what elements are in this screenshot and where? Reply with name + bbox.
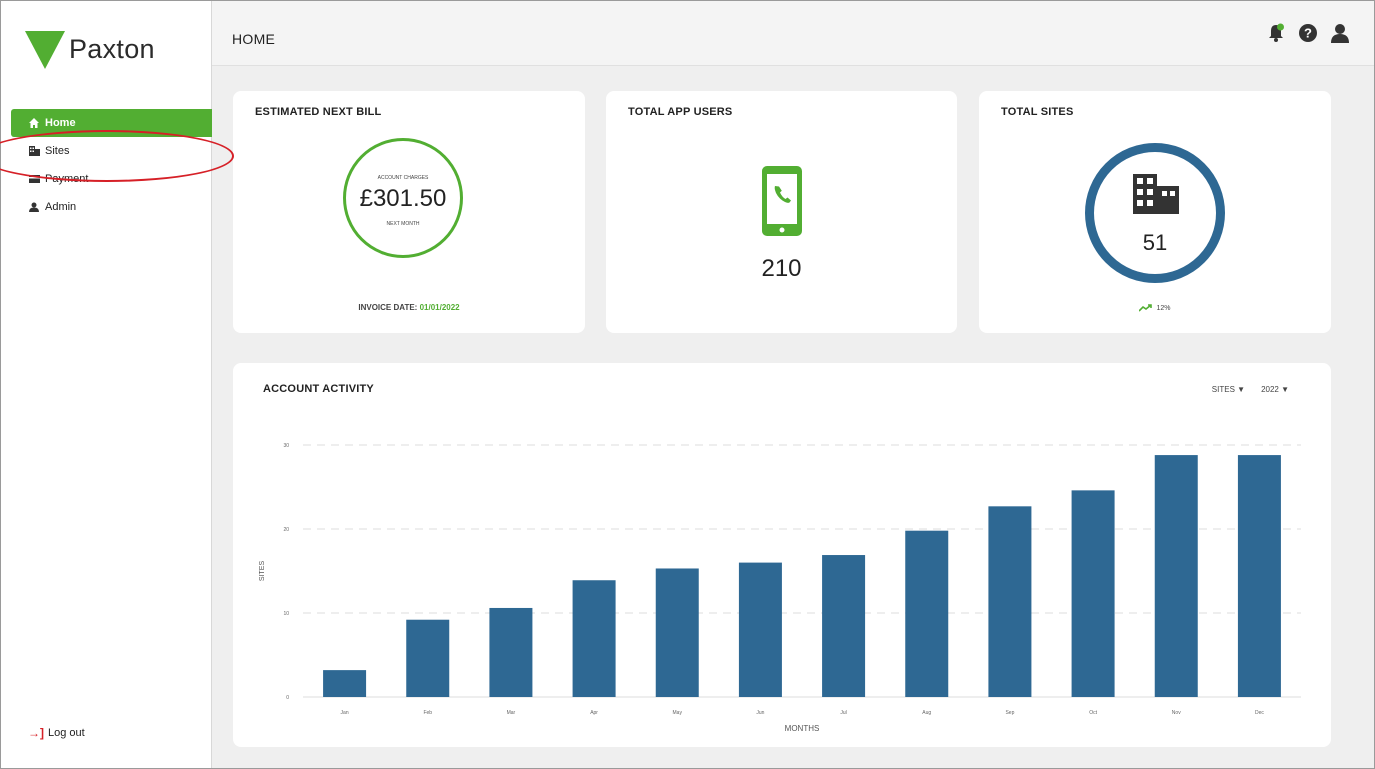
user-icon[interactable] bbox=[1330, 23, 1350, 43]
bar-sep bbox=[988, 506, 1032, 697]
user-icon bbox=[29, 202, 41, 212]
trend-value: 12% bbox=[1156, 304, 1171, 312]
credit-card-icon bbox=[29, 175, 41, 183]
smartphone-icon bbox=[760, 164, 804, 243]
header-icons: ? bbox=[1266, 23, 1350, 43]
y-tick-label: 30 bbox=[283, 443, 289, 449]
bar-may bbox=[655, 568, 699, 697]
building-icon bbox=[29, 146, 41, 156]
sites-ring: 51 bbox=[1085, 143, 1225, 283]
svg-text:?: ? bbox=[1304, 26, 1312, 41]
brand-name: Paxton bbox=[69, 33, 155, 64]
sidebar-item-label: Admin bbox=[45, 201, 77, 213]
activity-bar-chart: 0 10 20 30 Jan Feb Mar Apr May Jun Jul Aug Sep Oct Nov… bbox=[259, 443, 1301, 733]
bar-jun bbox=[738, 562, 782, 697]
bill-circle: ACCOUNT CHARGES £301.50 NEXT MONTH bbox=[343, 138, 463, 258]
total-sites-card: TOTAL SITES 51 12% bbox=[979, 91, 1331, 333]
bar-apr bbox=[572, 580, 616, 697]
invoice-date-label: INVOICE DATE: bbox=[358, 303, 418, 312]
app-users-card: TOTAL APP USERS 210 bbox=[606, 91, 957, 333]
sidebar-item-label: Home bbox=[45, 117, 76, 129]
logout-label: Log out bbox=[48, 727, 85, 739]
x-axis-title: MONTHS bbox=[785, 724, 820, 733]
account-activity-card: ACCOUNT ACTIVITY SITES ▼ 2022 ▼ 0 10 20 30 J… bbox=[233, 363, 1331, 747]
main-content: HOME ? ESTIMATED NEXT BILL ACCOUNT CHARG… bbox=[212, 1, 1374, 768]
next-month-label: NEXT MONTH bbox=[386, 221, 420, 227]
sidebar-item-label: Payment bbox=[45, 173, 89, 185]
sidebar-item-admin[interactable]: Admin bbox=[11, 193, 213, 221]
y-tick-label: 20 bbox=[283, 527, 289, 533]
x-tick-label: Sep bbox=[1005, 710, 1014, 716]
x-tick-label: Apr bbox=[590, 710, 598, 716]
account-charges-label: ACCOUNT CHARGES bbox=[377, 175, 429, 181]
help-icon[interactable]: ? bbox=[1298, 23, 1318, 43]
bar-dec bbox=[1237, 455, 1281, 697]
top-bar: HOME ? bbox=[212, 1, 1374, 66]
sidebar-item-sites[interactable]: Sites bbox=[11, 137, 213, 165]
x-tick-label: Aug bbox=[922, 710, 931, 716]
bill-amount: £301.50 bbox=[359, 185, 447, 212]
home-icon bbox=[29, 118, 41, 128]
page-title: HOME bbox=[232, 31, 276, 47]
trending-up-icon bbox=[1139, 304, 1153, 312]
x-tick-label: Jul bbox=[840, 710, 846, 716]
card-title: ESTIMATED NEXT BILL bbox=[255, 106, 382, 118]
sites-count: 51 bbox=[1142, 230, 1168, 255]
logo-triangle-icon bbox=[25, 31, 65, 69]
x-tick-label: Dec bbox=[1255, 710, 1264, 716]
x-tick-label: Jan bbox=[341, 710, 349, 716]
sidebar: Paxton Home Sites Payment Admin →] Log o… bbox=[1, 1, 213, 768]
bar-jan bbox=[323, 670, 367, 697]
y-tick-label: 0 bbox=[286, 695, 289, 701]
building-icon bbox=[1133, 174, 1179, 219]
app-users-count: 210 bbox=[761, 255, 802, 282]
card-title: TOTAL APP USERS bbox=[628, 106, 733, 118]
sidebar-nav: Home Sites Payment Admin bbox=[11, 109, 213, 221]
x-tick-label: Feb bbox=[423, 710, 432, 716]
card-title: TOTAL SITES bbox=[1001, 106, 1074, 118]
bar-aug bbox=[905, 530, 949, 697]
logout-button[interactable]: →] Log out bbox=[28, 726, 85, 740]
y-tick-label: 10 bbox=[283, 611, 289, 617]
x-tick-label: Mar bbox=[507, 710, 516, 716]
x-tick-label: Jun bbox=[756, 710, 764, 716]
y-axis-title: SITES bbox=[259, 561, 266, 582]
sites-trend: 12% bbox=[979, 304, 1331, 312]
x-tick-label: Oct bbox=[1089, 710, 1097, 716]
sidebar-item-label: Sites bbox=[45, 145, 70, 157]
x-tick-label: Nov bbox=[1172, 710, 1181, 716]
bar-jul bbox=[822, 555, 866, 697]
x-tick-label: May bbox=[673, 710, 683, 716]
bar-mar bbox=[489, 607, 533, 697]
sidebar-item-payment[interactable]: Payment bbox=[11, 165, 213, 193]
bar-feb bbox=[406, 619, 450, 697]
invoice-date-row: INVOICE DATE: 01/01/2022 bbox=[233, 303, 585, 312]
logout-icon: →] bbox=[28, 726, 44, 740]
invoice-date-value: 01/01/2022 bbox=[419, 303, 460, 312]
sidebar-item-home[interactable]: Home bbox=[11, 109, 213, 137]
notification-bell-icon[interactable] bbox=[1266, 23, 1286, 43]
bar-oct bbox=[1071, 490, 1115, 697]
bar-nov bbox=[1154, 455, 1198, 697]
estimated-bill-card: ESTIMATED NEXT BILL ACCOUNT CHARGES £301… bbox=[233, 91, 585, 333]
paxton-logo[interactable]: Paxton bbox=[25, 29, 155, 69]
